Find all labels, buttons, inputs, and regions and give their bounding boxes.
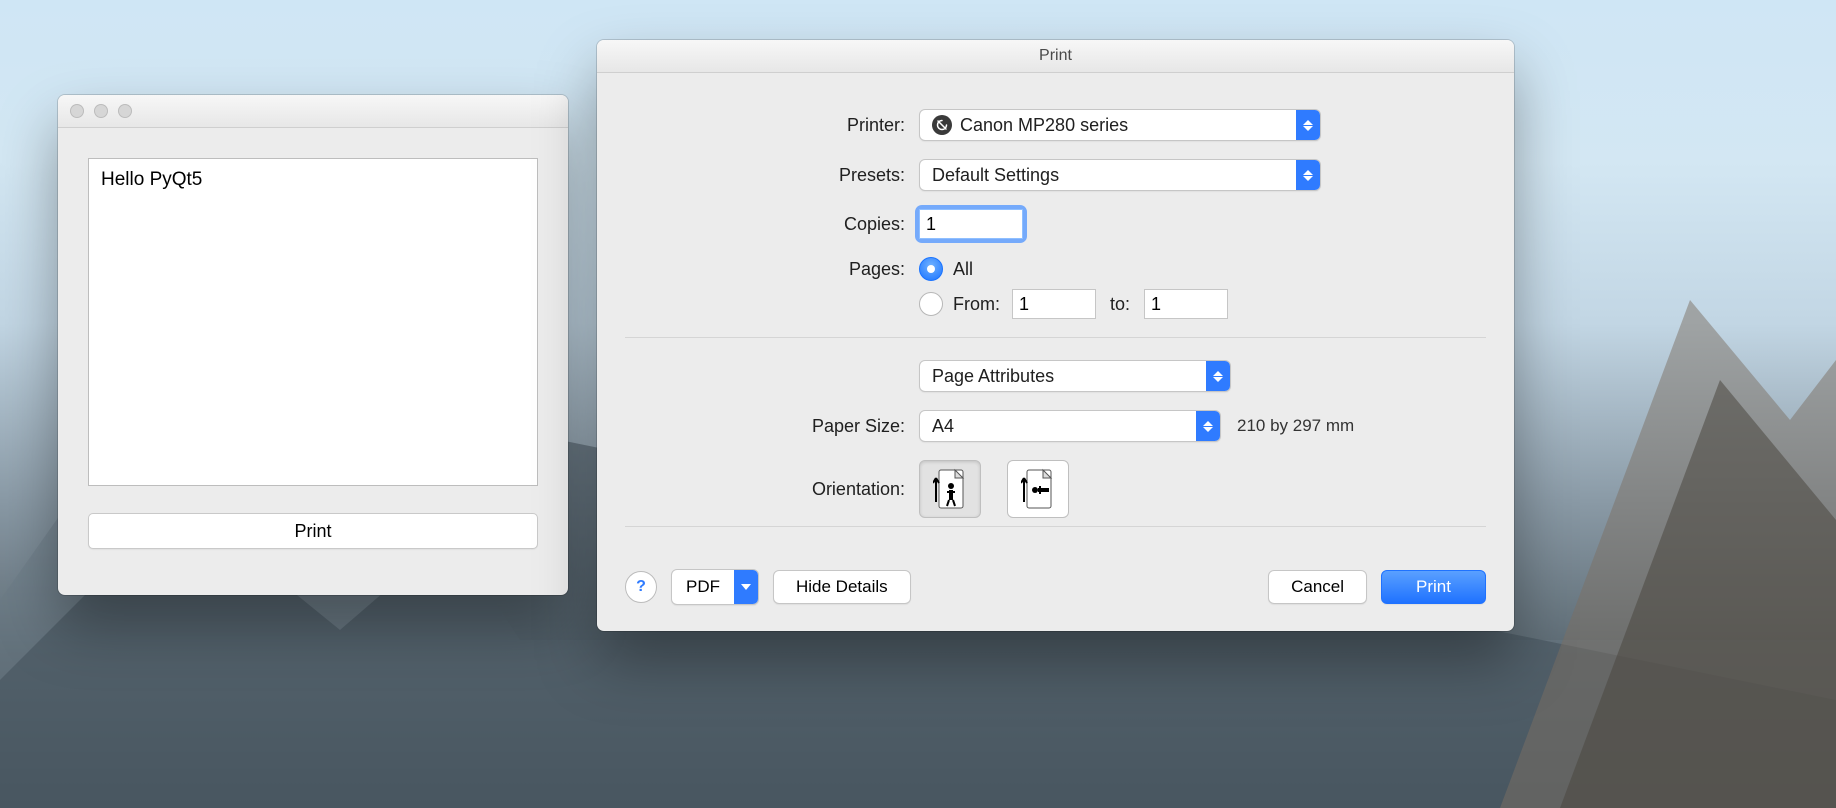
printer-label: Printer:: [625, 115, 919, 136]
updown-icon: [1296, 110, 1320, 140]
app-titlebar[interactable]: [58, 95, 568, 128]
chevron-down-icon: [734, 570, 758, 604]
updown-icon: [1296, 160, 1320, 190]
copies-input[interactable]: [919, 209, 1023, 239]
presets-select[interactable]: Default Settings: [919, 159, 1321, 191]
pages-all-label: All: [953, 259, 973, 280]
pages-from-input[interactable]: [1012, 289, 1096, 319]
zoom-icon[interactable]: [118, 104, 132, 118]
text-edit[interactable]: [88, 158, 538, 486]
paper-size-selected: A4: [932, 416, 954, 437]
orientation-label: Orientation:: [625, 479, 919, 500]
pages-label: Pages:: [625, 259, 919, 280]
print-dialog-title: Print: [597, 47, 1514, 65]
pages-all-radio[interactable]: [919, 257, 943, 281]
cancel-button[interactable]: Cancel: [1268, 570, 1367, 604]
paper-size-select[interactable]: A4: [919, 410, 1221, 442]
updown-icon: [1206, 361, 1230, 391]
divider: [625, 526, 1486, 527]
divider: [625, 337, 1486, 338]
updown-icon: [1196, 411, 1220, 441]
portrait-icon: [933, 468, 967, 510]
presets-label: Presets:: [625, 165, 919, 186]
close-icon[interactable]: [70, 104, 84, 118]
orientation-portrait-button[interactable]: [919, 460, 981, 518]
printer-selected: Canon MP280 series: [960, 115, 1128, 136]
app-window: Print: [58, 95, 568, 595]
pdf-menu-button[interactable]: PDF: [671, 569, 759, 605]
pages-range-radio[interactable]: [919, 292, 943, 316]
presets-selected: Default Settings: [932, 165, 1059, 186]
orientation-landscape-button[interactable]: [1007, 460, 1069, 518]
pages-to-label: to:: [1110, 294, 1130, 315]
pdf-label: PDF: [672, 570, 734, 604]
print-button[interactable]: Print: [1381, 570, 1486, 604]
app-print-button[interactable]: Print: [88, 513, 538, 549]
pages-from-label: From:: [953, 294, 1000, 315]
section-selected: Page Attributes: [932, 366, 1054, 387]
pages-to-input[interactable]: [1144, 289, 1228, 319]
printer-status-icon: [932, 115, 952, 135]
hide-details-button[interactable]: Hide Details: [773, 570, 911, 604]
paper-dimensions: 210 by 297 mm: [1237, 416, 1354, 436]
print-dialog: Print Printer: Canon MP280 series: [597, 40, 1514, 631]
paper-size-label: Paper Size:: [625, 416, 919, 437]
printer-select[interactable]: Canon MP280 series: [919, 109, 1321, 141]
landscape-icon: [1021, 468, 1055, 510]
copies-label: Copies:: [625, 214, 919, 235]
minimize-icon[interactable]: [94, 104, 108, 118]
print-dialog-titlebar[interactable]: Print: [597, 40, 1514, 73]
help-button[interactable]: ?: [625, 571, 657, 603]
section-select[interactable]: Page Attributes: [919, 360, 1231, 392]
